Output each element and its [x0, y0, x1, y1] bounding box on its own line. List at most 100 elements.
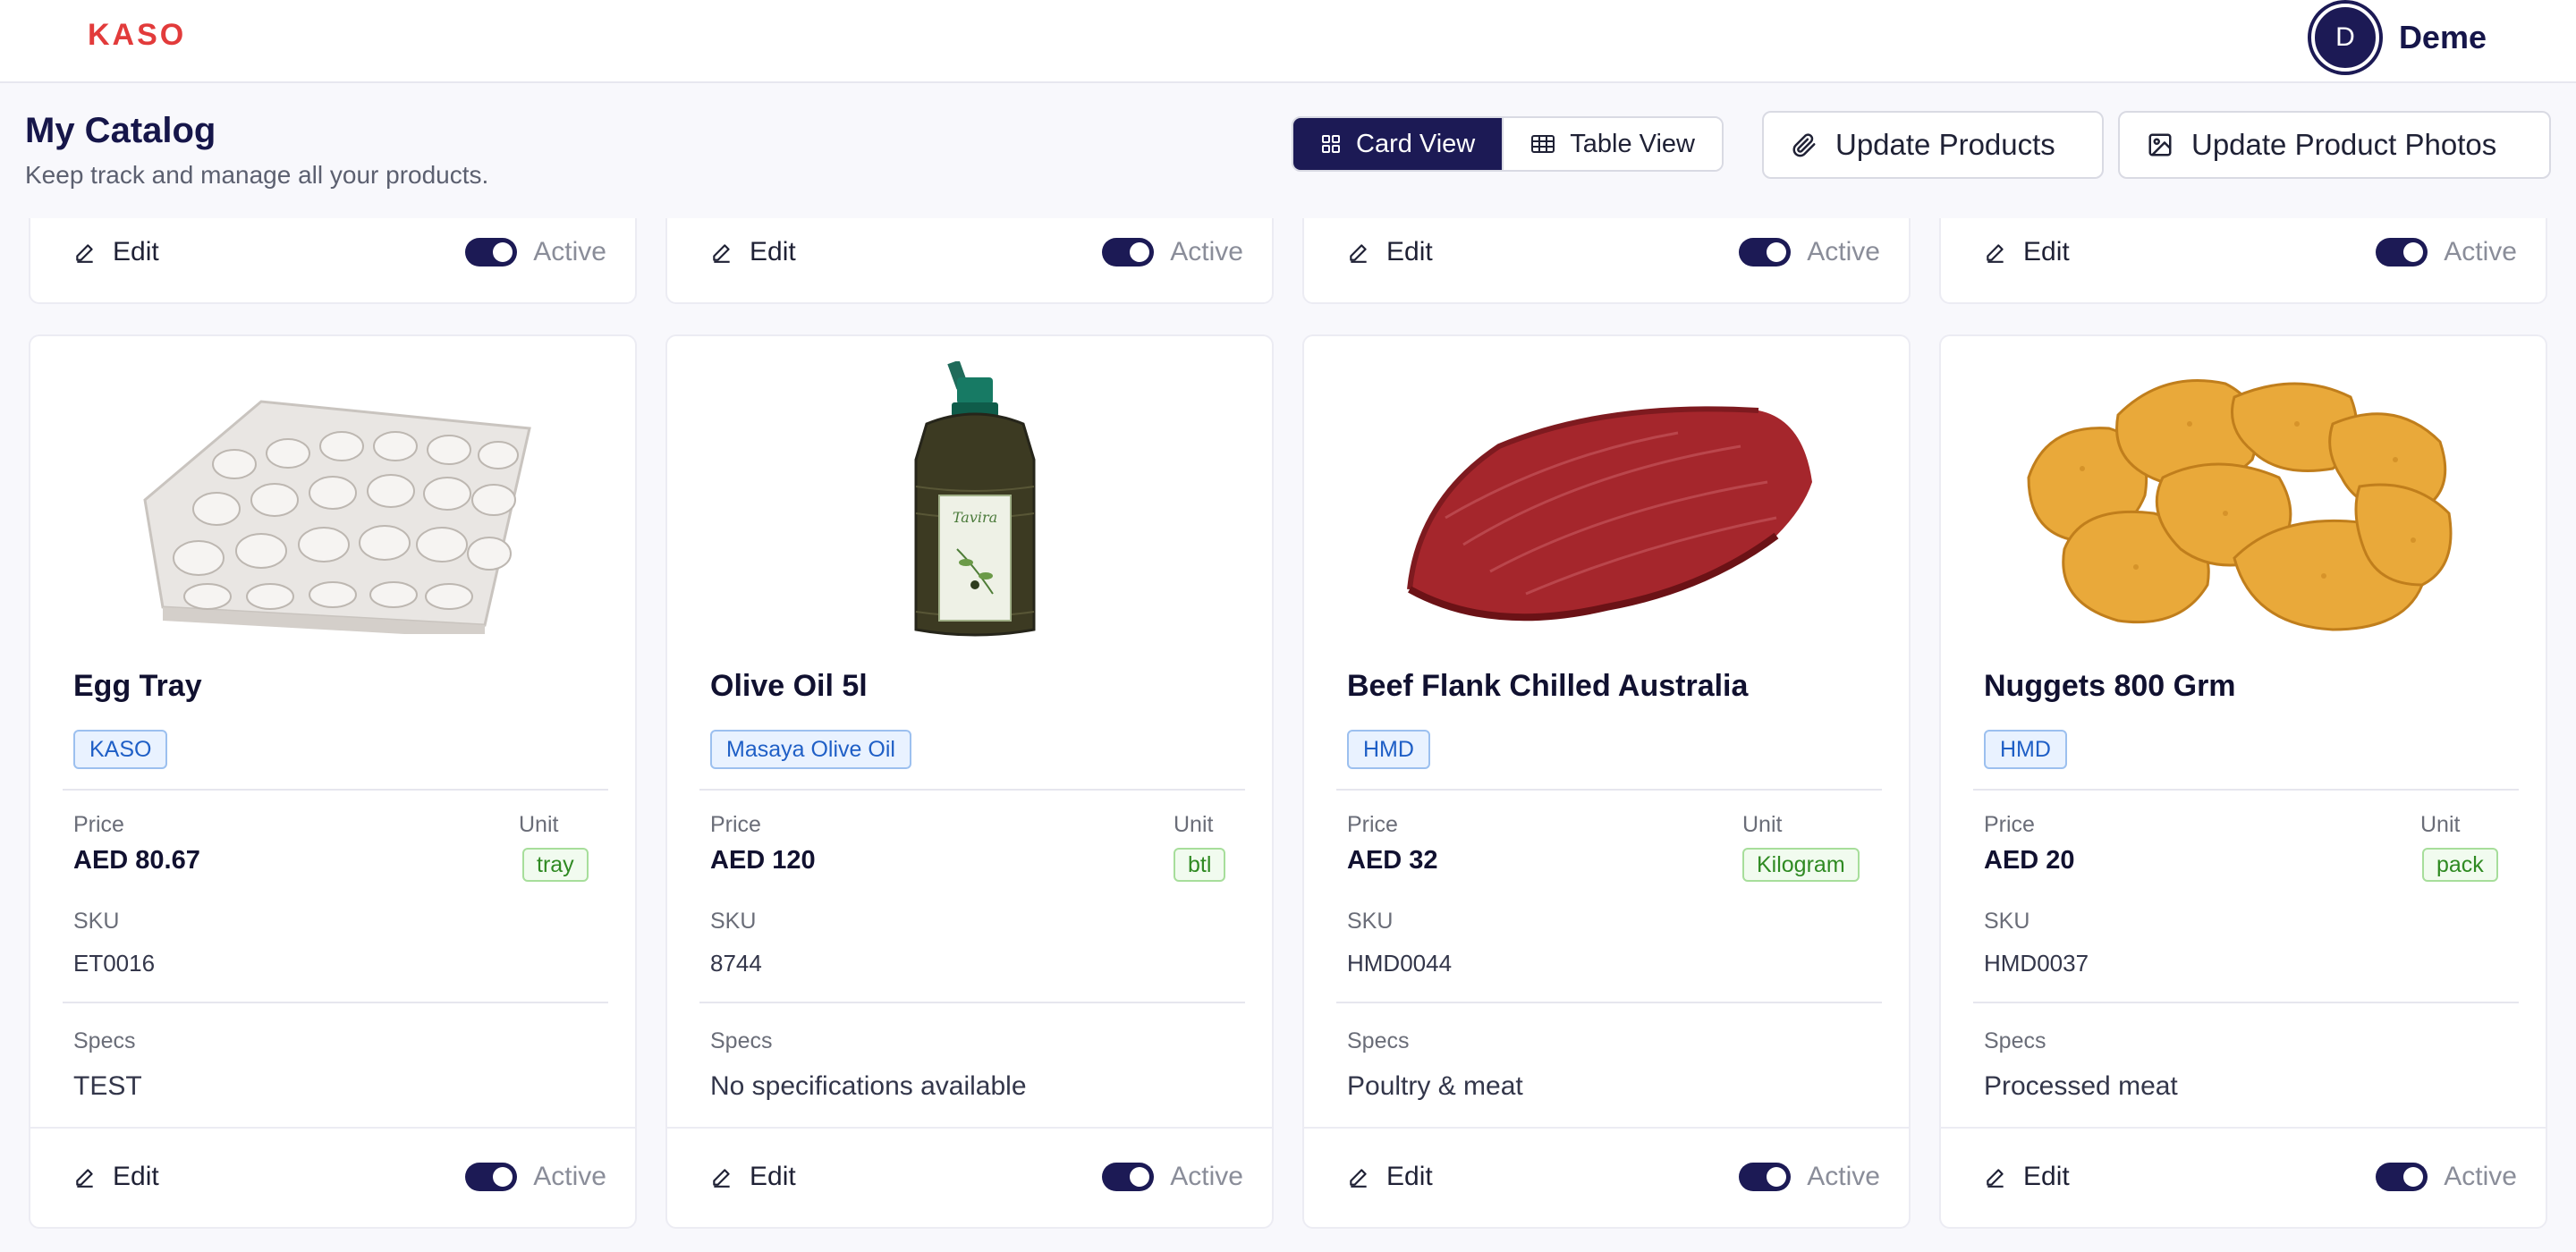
pencil-icon	[710, 1165, 733, 1189]
card-footer: Edit Active	[30, 218, 635, 302]
active-toggle[interactable]	[1102, 1163, 1155, 1191]
active-status: Active	[465, 1162, 606, 1192]
brand-tag: HMD	[1984, 730, 2067, 769]
specs-value: Poultry & meat	[1347, 1071, 1523, 1101]
active-status: Active	[1102, 1162, 1243, 1192]
active-label: Active	[2444, 1162, 2517, 1191]
page-subtitle: Keep track and manage all your products.	[25, 161, 489, 189]
brand-tag: HMD	[1347, 730, 1430, 769]
sku-label: SKU	[710, 909, 757, 934]
price-label: Price	[73, 812, 124, 837]
grid-icon	[1320, 133, 1342, 155]
price-value: AED 20	[1984, 846, 2075, 875]
update-products-button[interactable]: Update Products	[1762, 111, 2104, 179]
olive-oil-bottle-image: Tavira	[667, 361, 1272, 639]
divider	[1973, 1002, 2519, 1003]
card-footer: Edit Active	[1941, 218, 2546, 302]
active-toggle[interactable]	[465, 238, 518, 266]
active-status: Active	[1739, 237, 1880, 267]
specs-value: No specifications available	[710, 1071, 1027, 1101]
price-label: Price	[1347, 812, 1398, 837]
active-label: Active	[1807, 237, 1880, 266]
active-toggle[interactable]	[2376, 238, 2428, 266]
table-icon	[1530, 133, 1555, 155]
product-name: Egg Tray	[73, 669, 202, 703]
active-toggle[interactable]	[1739, 238, 1792, 266]
divider	[1973, 789, 2519, 791]
pencil-icon	[1347, 1165, 1370, 1189]
active-status: Active	[2376, 1162, 2517, 1192]
sku-label: SKU	[1984, 909, 2030, 934]
specs-value: TEST	[73, 1071, 142, 1101]
product-card[interactable]: Egg Tray KASO Price Unit AED 80.67 tray …	[29, 334, 637, 1229]
active-label: Active	[1170, 1162, 1243, 1191]
product-name: Beef Flank Chilled Australia	[1347, 669, 1749, 703]
divider	[1336, 1002, 1882, 1003]
edit-label: Edit	[2023, 1162, 2070, 1191]
active-status: Active	[465, 237, 606, 267]
specs-label: Specs	[1984, 1028, 2046, 1053]
kaso-logo[interactable]: KASO	[88, 18, 186, 53]
update-products-label: Update Products	[1835, 128, 2055, 161]
unit-label: Unit	[1742, 812, 1783, 837]
user-name[interactable]: Deme	[2399, 19, 2487, 56]
divider	[1336, 789, 1882, 791]
edit-button[interactable]: Edit	[1347, 237, 1433, 267]
active-toggle[interactable]	[465, 1163, 518, 1191]
edit-label: Edit	[1386, 237, 1433, 266]
card-footer: Edit Active	[667, 218, 1272, 302]
edit-button[interactable]: Edit	[73, 1162, 159, 1192]
price-label: Price	[710, 812, 761, 837]
pencil-icon	[73, 241, 97, 264]
egg-tray-image	[30, 361, 635, 639]
edit-button[interactable]: Edit	[710, 1162, 796, 1192]
edit-label: Edit	[1386, 1162, 1433, 1191]
sku-value: HMD0037	[1984, 950, 2089, 977]
active-toggle[interactable]	[1739, 1163, 1792, 1191]
edit-button[interactable]: Edit	[710, 237, 796, 267]
sku-label: SKU	[73, 909, 120, 934]
divider	[63, 1002, 608, 1003]
product-name: Nuggets 800 Grm	[1984, 669, 2236, 703]
product-card: Edit Active	[1939, 218, 2547, 304]
card-footer: Edit Active	[1304, 218, 1909, 302]
unit-label: Unit	[519, 812, 559, 837]
product-card: Edit Active	[665, 218, 1274, 304]
unit-badge: btl	[1174, 848, 1226, 882]
divider	[699, 789, 1245, 791]
price-label: Price	[1984, 812, 2035, 837]
price-value: AED 120	[710, 846, 816, 875]
specs-label: Specs	[73, 1028, 136, 1053]
unit-badge: tray	[522, 848, 589, 882]
card-footer: Edit Active	[30, 1127, 635, 1227]
card-view-button[interactable]: Card View	[1293, 118, 1503, 170]
paperclip-icon	[1791, 131, 1818, 158]
divider	[699, 1002, 1245, 1003]
active-toggle[interactable]	[1102, 238, 1155, 266]
edit-label: Edit	[113, 237, 159, 266]
product-card[interactable]: Beef Flank Chilled Australia HMD Price U…	[1302, 334, 1911, 1229]
product-card: Edit Active	[29, 218, 637, 304]
product-card[interactable]: Tavira Olive Oil 5l Masaya Olive Oil Pri…	[665, 334, 1274, 1229]
update-photos-label: Update Product Photos	[2191, 128, 2497, 161]
product-card[interactable]: Nuggets 800 Grm HMD Price Unit AED 20 pa…	[1939, 334, 2547, 1229]
card-footer: Edit Active	[1941, 1127, 2546, 1227]
active-toggle[interactable]	[2376, 1163, 2428, 1191]
edit-button[interactable]: Edit	[1984, 237, 2070, 267]
table-view-button[interactable]: Table View	[1502, 118, 1722, 170]
product-name: Olive Oil 5l	[710, 669, 868, 703]
avatar[interactable]: D	[2310, 4, 2379, 72]
card-view-label: Card View	[1356, 129, 1476, 158]
sku-value: ET0016	[73, 950, 156, 977]
top-navbar: KASO D Deme	[0, 0, 2576, 83]
unit-label: Unit	[1174, 812, 1214, 837]
edit-button[interactable]: Edit	[1984, 1162, 2070, 1192]
update-product-photos-button[interactable]: Update Product Photos	[2118, 111, 2551, 179]
edit-button[interactable]: Edit	[73, 237, 159, 267]
edit-label: Edit	[2023, 237, 2070, 266]
edit-label: Edit	[113, 1162, 159, 1191]
edit-button[interactable]: Edit	[1347, 1162, 1433, 1192]
price-value: AED 32	[1347, 846, 1438, 875]
view-toggle: Card View Table View	[1292, 116, 1724, 172]
user-menu[interactable]: D Deme	[2310, 2, 2487, 73]
